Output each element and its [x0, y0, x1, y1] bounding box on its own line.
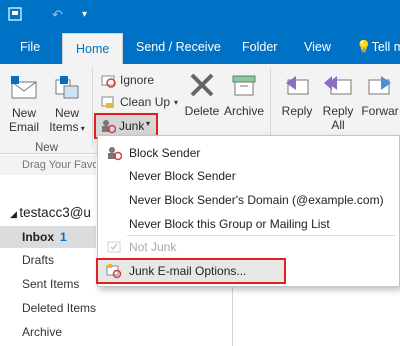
reply-all-icon — [324, 76, 352, 95]
ribbon-separator — [92, 68, 93, 146]
undo-icon[interactable]: ↶ — [52, 7, 63, 23]
quick-access-dropdown-icon[interactable]: ▾ — [82, 9, 87, 20]
junk-options-icon — [106, 263, 122, 282]
new-items-icon — [55, 76, 79, 99]
folder-drafts[interactable]: Drafts — [22, 253, 54, 267]
clean-up-icon — [101, 96, 114, 108]
reply-all-button[interactable]: Reply All — [320, 70, 356, 132]
save-icon[interactable] — [8, 7, 22, 24]
menu-block-sender[interactable]: Block Sender — [129, 146, 200, 160]
ignore-button[interactable]: Ignore — [100, 72, 154, 88]
ignore-label: Ignore — [120, 73, 155, 87]
archive-label: Archive — [223, 104, 264, 118]
group-label-new: New — [35, 142, 59, 154]
menu-never-block-group[interactable]: Never Block this Group or Mailing List — [129, 217, 330, 231]
delete-icon — [190, 73, 214, 97]
reply-button[interactable]: Reply — [278, 70, 316, 118]
new-email-label-1: New — [11, 106, 36, 120]
folder-sent-items[interactable]: Sent Items — [22, 277, 79, 291]
collapse-icon: ◢ — [10, 209, 20, 219]
block-sender-icon — [106, 145, 123, 164]
ignore-icon — [101, 75, 116, 88]
folder-inbox[interactable]: Inbox 1 — [22, 230, 67, 244]
account-name: testacc3@u — [19, 205, 91, 220]
forward-button[interactable]: Forwar — [360, 70, 400, 118]
folder-archive[interactable]: Archive — [22, 325, 62, 339]
favorites-hint: Drag Your Favo — [0, 155, 96, 175]
new-items-label-2: Items — [49, 120, 79, 134]
archive-icon — [232, 75, 256, 96]
folder-label: Inbox — [22, 230, 54, 244]
forward-label: Forwar — [361, 104, 399, 118]
not-junk-icon — [106, 239, 122, 258]
chevron-down-icon: ▾ — [78, 124, 85, 133]
lightbulb-icon: 💡 — [356, 40, 372, 54]
reply-label: Reply — [281, 104, 313, 118]
chevron-down-icon: ▾ — [146, 119, 151, 128]
tab-tell-me[interactable]: 💡Tell m — [356, 30, 400, 64]
new-items-button[interactable]: New Items ▾ — [46, 74, 88, 136]
reply-all-label-1: Reply — [322, 104, 354, 118]
delete-label: Delete — [184, 104, 220, 118]
reply-icon — [286, 76, 309, 95]
clean-up-label: Clean Up — [120, 95, 171, 109]
unread-count: 1 — [60, 230, 67, 244]
tab-folder[interactable]: Folder — [242, 30, 277, 64]
forward-icon — [368, 76, 391, 95]
menu-never-block-domain[interactable]: Never Block Sender's Domain (@example.co… — [129, 193, 384, 207]
delete-button[interactable]: Delete — [184, 70, 220, 118]
folder-pane — [0, 155, 96, 346]
account-header[interactable]: ◢ testacc3@u — [10, 205, 91, 220]
menu-not-junk: Not Junk — [129, 240, 177, 254]
menu-junk-email-options[interactable]: Junk E-mail Options... — [96, 258, 286, 284]
menu-never-block-sender[interactable]: Never Block Sender — [129, 169, 236, 183]
new-email-button[interactable]: New Email — [6, 74, 42, 134]
tab-view[interactable]: View — [304, 30, 331, 64]
tab-home[interactable]: Home — [62, 33, 124, 64]
tell-me-label: Tell m — [371, 40, 400, 54]
junk-label: Junk — [119, 119, 145, 133]
folder-deleted-items[interactable]: Deleted Items — [22, 301, 96, 315]
reply-all-label-2: All — [331, 118, 345, 132]
tab-file[interactable]: File — [20, 30, 40, 64]
junk-options-label: Junk E-mail Options... — [129, 264, 247, 278]
new-email-label-2: Email — [8, 120, 39, 134]
title-bar: ↶ ▾ — [0, 0, 400, 30]
chevron-down-icon: ▾ — [174, 97, 179, 107]
new-items-label-1: New — [54, 106, 79, 120]
tab-send-receive[interactable]: Send / Receive — [136, 30, 221, 64]
ribbon-tabs: File Home Send / Receive Folder View 💡Te… — [0, 30, 400, 64]
new-email-icon — [11, 76, 37, 99]
clean-up-button[interactable]: Clean Up ▾ — [100, 94, 178, 110]
menu-separator — [127, 235, 395, 236]
archive-button[interactable]: Archive — [222, 70, 266, 118]
